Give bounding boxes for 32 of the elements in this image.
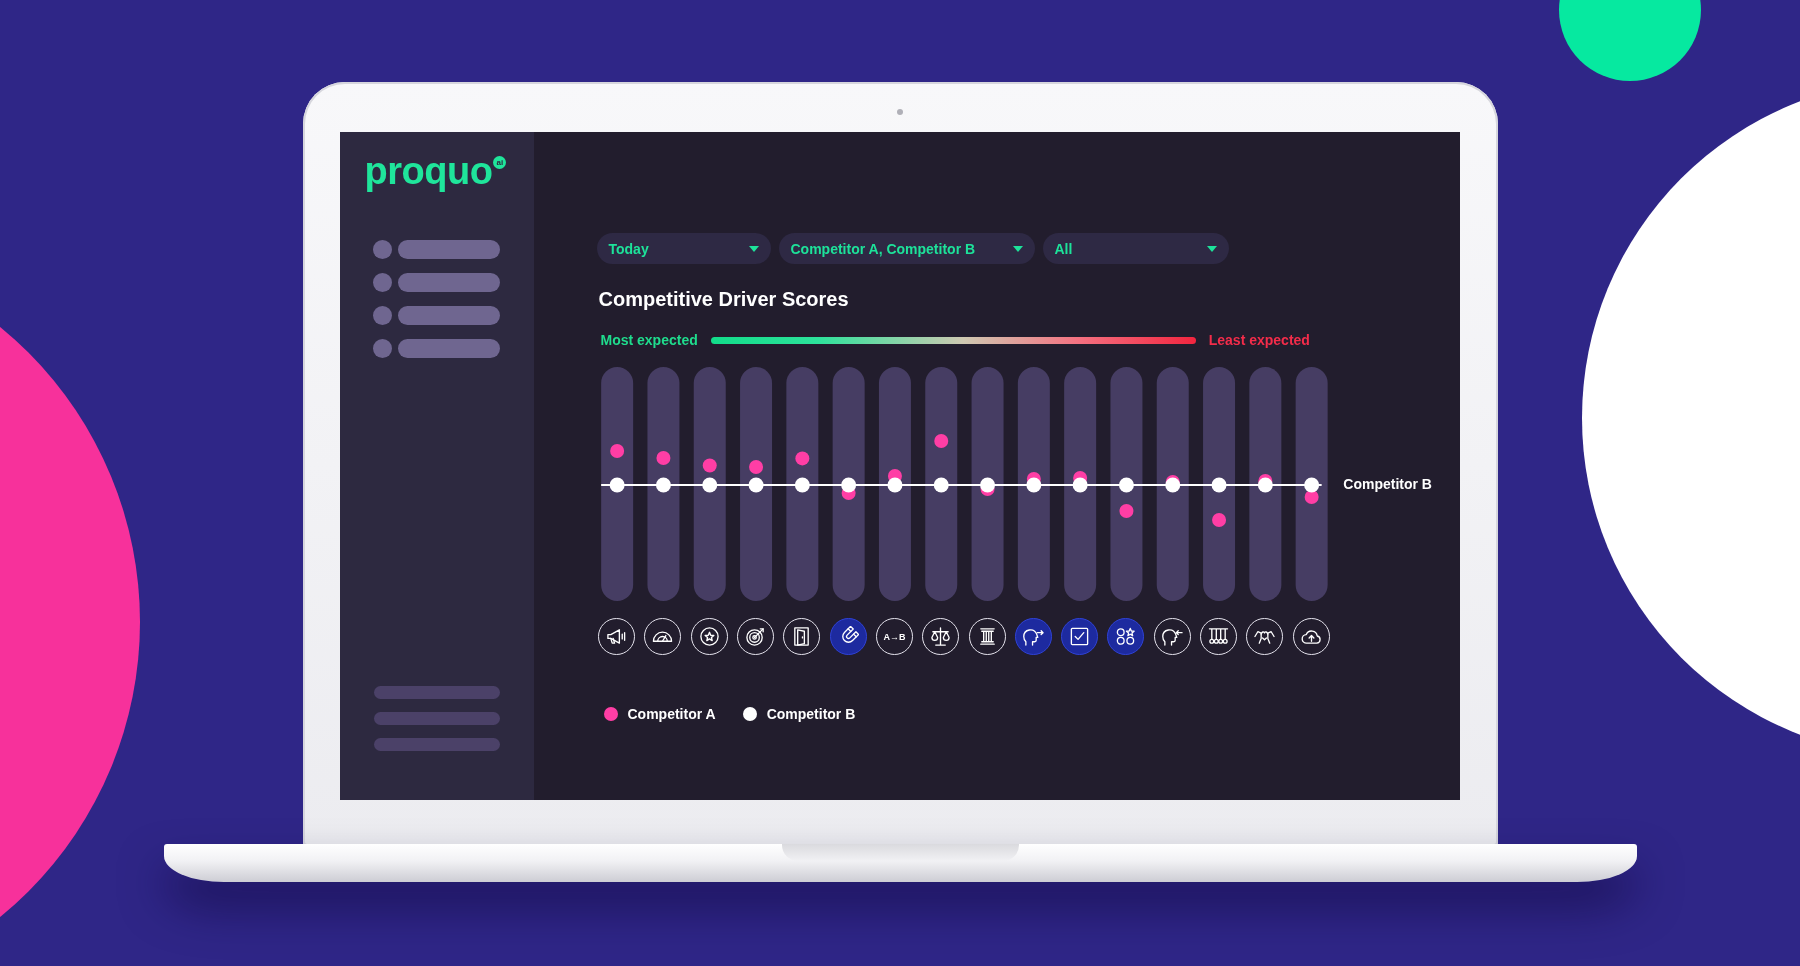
pendulum-icon <box>1208 626 1229 647</box>
driver-button[interactable] <box>1061 618 1099 655</box>
placeholder-dot-icon <box>372 339 392 358</box>
filter-dropdown[interactable]: All <box>1042 233 1229 264</box>
placeholder-dot-icon <box>372 240 392 259</box>
head-arrow-icon <box>1161 626 1183 647</box>
filter-dropdown[interactable]: Competitor A, Competitor B <box>778 233 1035 264</box>
logo-wordmark: proquo <box>364 152 493 190</box>
caret-icon <box>1206 245 1217 252</box>
checkbox-icon <box>1069 626 1091 647</box>
line-label: Competitor B <box>1343 476 1432 492</box>
driver-button[interactable] <box>1014 618 1052 655</box>
target-icon <box>745 626 767 647</box>
caret-icon <box>1012 245 1023 252</box>
shapes-icon <box>1115 626 1137 647</box>
driver-button[interactable] <box>1107 618 1145 655</box>
chart-title: Competitive Driver Scores <box>598 287 849 312</box>
megaphone-icon <box>606 626 628 647</box>
legend-label: Competitor A <box>627 706 716 722</box>
filter-dropdown[interactable]: Today <box>596 233 771 264</box>
scales-icon <box>930 626 952 647</box>
head-arrow-icon <box>1022 626 1044 647</box>
webcam-icon <box>897 109 903 115</box>
placeholder-dot-icon <box>372 306 392 325</box>
star-badge-icon <box>698 626 720 647</box>
placeholder-dot-icon <box>372 273 392 292</box>
logo-badge: ai <box>493 156 507 169</box>
scale-end-label: Least expected <box>1208 331 1310 349</box>
scale-start-label: Most expected <box>600 331 698 349</box>
caret-icon <box>748 245 759 252</box>
driver-button[interactable] <box>829 618 867 655</box>
legend-label: Competitor B <box>766 706 856 722</box>
